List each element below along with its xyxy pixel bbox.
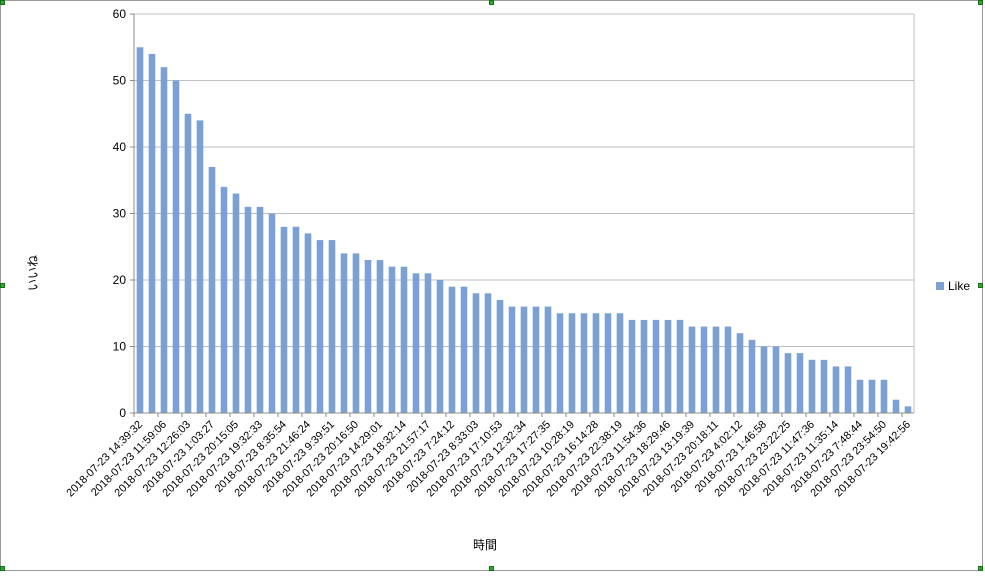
bar: [328, 240, 336, 413]
bar: [484, 293, 492, 413]
bar: [856, 379, 864, 413]
resize-handle-right[interactable]: [978, 283, 983, 288]
y-tick-label: 30: [113, 207, 127, 221]
y-tick-label: 20: [113, 273, 127, 287]
bar: [688, 326, 696, 413]
bar: [664, 319, 672, 413]
bar: [796, 353, 804, 413]
bar: [304, 233, 312, 413]
bar: [820, 359, 828, 413]
bar: [400, 266, 408, 413]
bar: [712, 326, 720, 413]
legend-swatch: [936, 282, 944, 290]
bar: [508, 306, 516, 413]
bar: [832, 366, 840, 413]
y-tick-label: 40: [113, 140, 127, 154]
bar: [292, 226, 300, 413]
bar: [460, 286, 468, 413]
bar: [220, 186, 228, 413]
bar: [136, 47, 144, 413]
bar: [376, 260, 384, 413]
bar: [628, 319, 636, 413]
bar: [424, 273, 432, 413]
bar: [700, 326, 708, 413]
y-tick-label: 0: [119, 406, 126, 420]
bar: [724, 326, 732, 413]
bar: [148, 53, 156, 414]
bar: [640, 319, 648, 413]
bar: [544, 306, 552, 413]
resize-handle-bottom-right[interactable]: [978, 566, 983, 571]
bar: [316, 240, 324, 413]
bar: [604, 313, 612, 413]
resize-handle-top-left[interactable]: [0, 0, 5, 5]
bar: [676, 319, 684, 413]
bar: [364, 260, 372, 413]
bar: [868, 379, 876, 413]
bar: [580, 313, 588, 413]
y-tick-label: 60: [113, 7, 127, 21]
bar: [232, 193, 240, 413]
y-tick-label: 50: [113, 74, 127, 88]
legend: Like: [936, 279, 970, 293]
bar-chart: 0 10 20 30 40 50 60 2018-07-23 14:39:322018-07…: [26, 7, 970, 552]
bar: [736, 333, 744, 413]
x-tick-labels: 2018-07-23 14:39:322018-07-23 11:59:0620…: [64, 419, 913, 500]
bar: [568, 313, 576, 413]
bar-series: [136, 47, 912, 414]
bar: [760, 346, 768, 413]
bar: [808, 359, 816, 413]
bar: [652, 319, 660, 413]
bar: [208, 166, 216, 413]
bar: [592, 313, 600, 413]
bar: [184, 113, 192, 413]
y-tick-label: 10: [113, 340, 127, 354]
bar: [268, 213, 276, 413]
bar: [772, 346, 780, 413]
resize-handle-bottom[interactable]: [489, 566, 494, 571]
bar: [616, 313, 624, 413]
y-tick-labels: 0 10 20 30 40 50 60: [113, 7, 127, 420]
bar: [892, 399, 900, 413]
chart-frame[interactable]: 0 10 20 30 40 50 60 2018-07-23 14:39:32 2018-07…: [0, 0, 983, 571]
bar: [532, 306, 540, 413]
bar: [904, 406, 912, 413]
bar: [352, 253, 360, 413]
bar: [748, 339, 756, 413]
bar: [196, 120, 204, 414]
bar: [244, 206, 252, 413]
resize-handle-left[interactable]: [0, 283, 5, 288]
bar: [412, 273, 420, 413]
bar: [556, 313, 564, 413]
bar: [172, 80, 180, 413]
bar: [160, 67, 168, 413]
bar: [844, 366, 852, 413]
bar: [436, 280, 444, 413]
bar: [784, 353, 792, 413]
bar: [472, 293, 480, 413]
resize-handle-top[interactable]: [489, 0, 494, 5]
bar: [388, 266, 396, 413]
x-axis-label: 時間: [473, 538, 497, 552]
bar: [880, 379, 888, 413]
bar: [340, 253, 348, 413]
resize-handle-bottom-left[interactable]: [0, 566, 5, 571]
y-axis-label: いいね: [26, 255, 40, 291]
bar: [280, 226, 288, 413]
bar: [448, 286, 456, 413]
bar: [520, 306, 528, 413]
bar: [496, 299, 504, 413]
bar: [256, 206, 264, 413]
resize-handle-top-right[interactable]: [978, 0, 983, 5]
legend-label: Like: [948, 279, 970, 293]
